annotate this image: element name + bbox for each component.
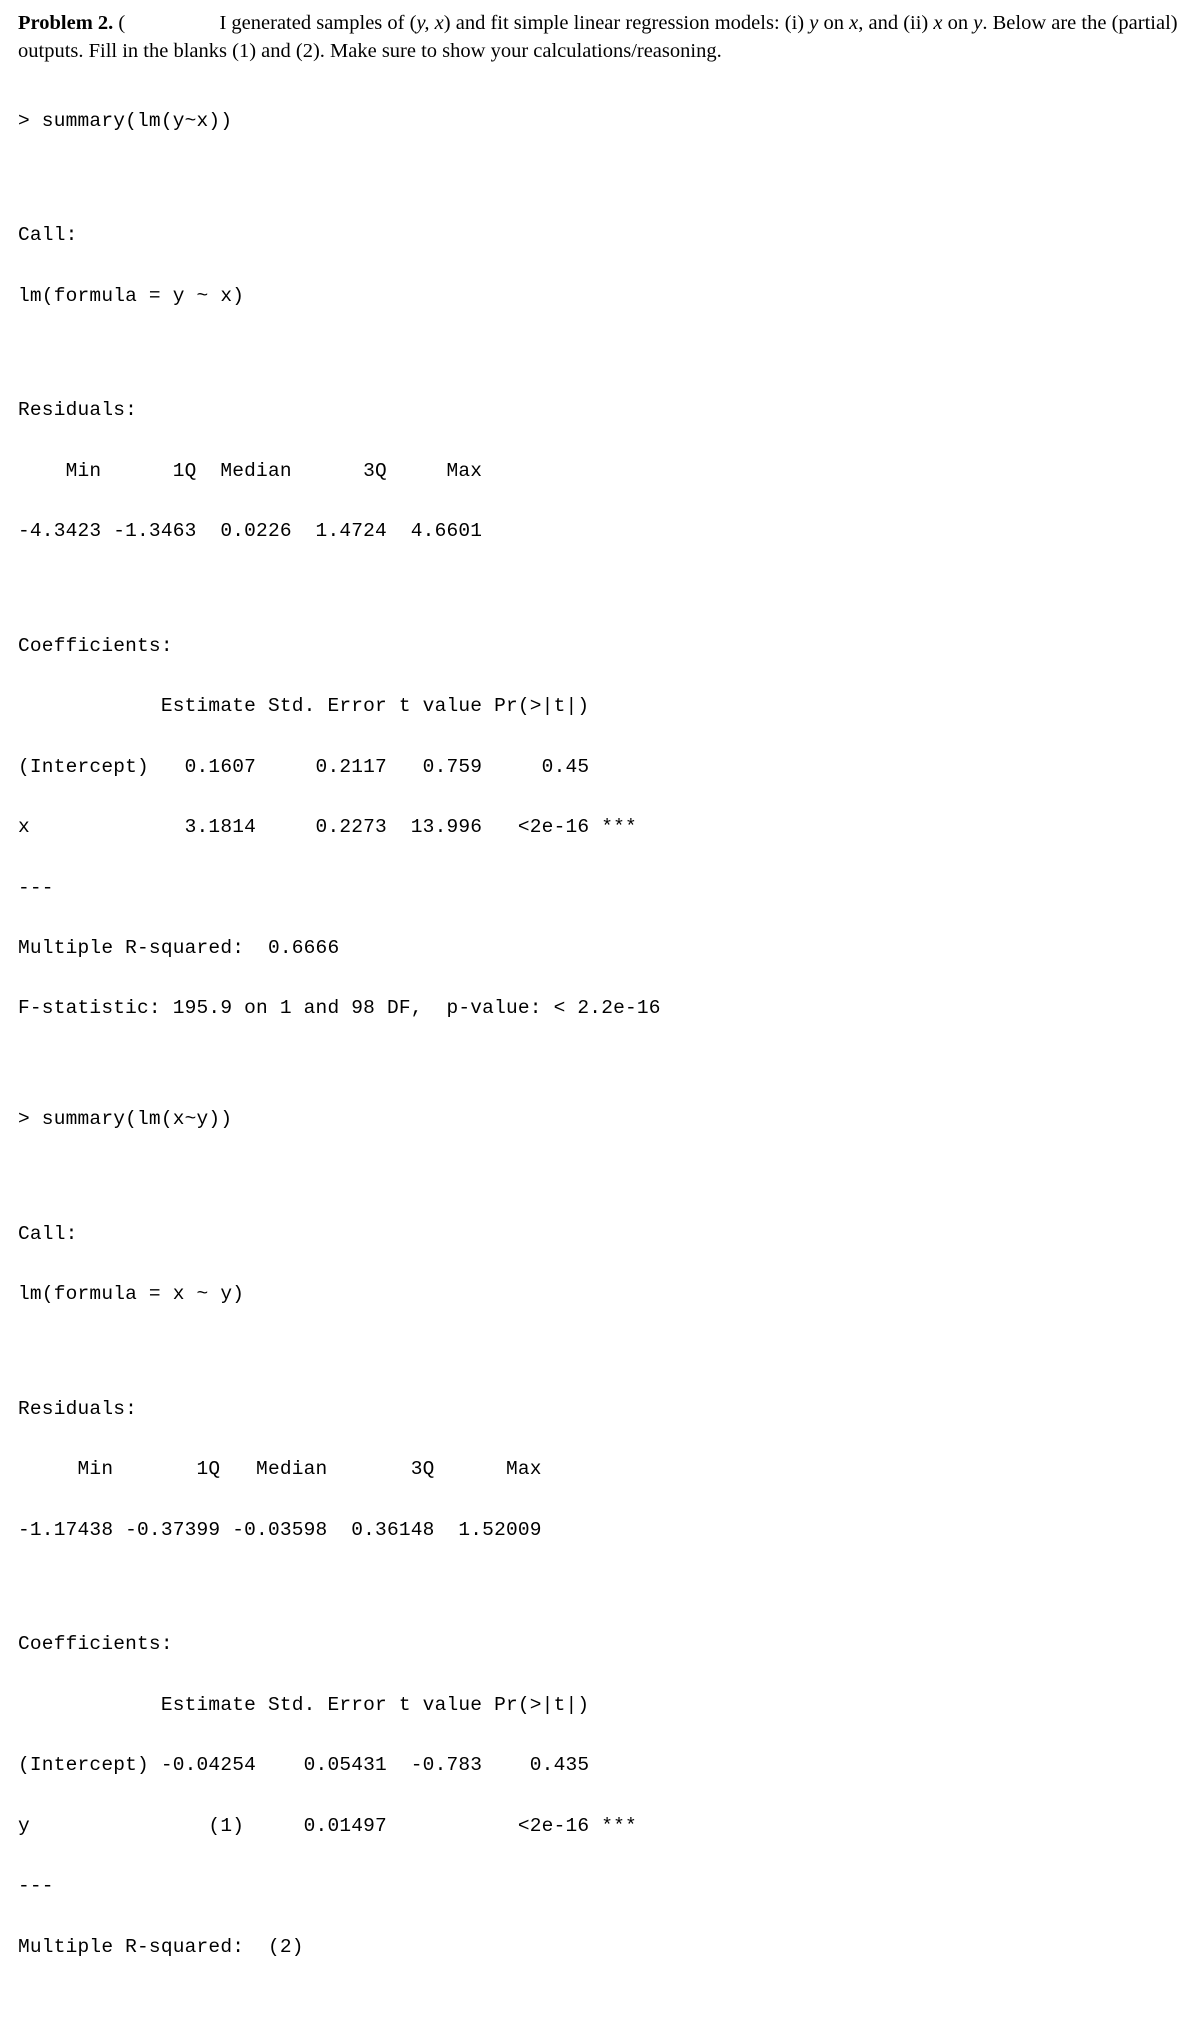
var-y-2: y	[973, 12, 982, 34]
r2-1: Multiple R-squared: 0.6666	[18, 933, 1182, 963]
dash-2: ---	[18, 1871, 1182, 1901]
problem-label: Problem 2.	[18, 12, 113, 34]
r2-2: Multiple R-squared: (2)	[18, 1932, 1182, 1962]
dash-1: ---	[18, 873, 1182, 903]
call-label-1: Call:	[18, 220, 1182, 250]
problem-header: Problem 2. ( I generated samples of (y, …	[18, 10, 1182, 65]
coef-row2-2: y (1) 0.01497 <2e-16 ***	[18, 1811, 1182, 1841]
model-2-output: > summary(lm(x~y)) Call: lm(formula = x …	[18, 1074, 1182, 1992]
fstat-1: F-statistic: 195.9 on 1 and 98 DF, p-val…	[18, 993, 1182, 1023]
model-1-output: > summary(lm(y~x)) Call: lm(formula = y …	[18, 75, 1182, 1054]
coef-head-1: Estimate Std. Error t value Pr(>|t|)	[18, 691, 1182, 721]
resid-head-1: Min 1Q Median 3Q Max	[18, 456, 1182, 486]
cmd-summary-1: > summary(lm(y~x))	[18, 106, 1182, 136]
coef-head-2: Estimate Std. Error t value Pr(>|t|)	[18, 1690, 1182, 1720]
coef-row2-1: x 3.1814 0.2273 13.996 <2e-16 ***	[18, 812, 1182, 842]
call-label-2: Call:	[18, 1219, 1182, 1249]
var-x-2: x	[933, 12, 942, 34]
call-line-1: lm(formula = y ~ x)	[18, 281, 1182, 311]
var-y-1: y	[809, 12, 818, 34]
lparen-gap: (	[113, 12, 125, 34]
intro-part-5: on	[943, 12, 974, 34]
var-yx: y, x	[416, 12, 443, 34]
intro-part-2: ) and fit simple linear regression model…	[444, 12, 810, 34]
resid-vals-1: -4.3423 -1.3463 0.0226 1.4724 4.6601	[18, 516, 1182, 546]
coef-label-2: Coefficients:	[18, 1629, 1182, 1659]
coef-row1-1: (Intercept) 0.1607 0.2117 0.759 0.45	[18, 752, 1182, 782]
coef-label-1: Coefficients:	[18, 631, 1182, 661]
resid-head-2: Min 1Q Median 3Q Max	[18, 1454, 1182, 1484]
resid-vals-2: -1.17438 -0.37399 -0.03598 0.36148 1.520…	[18, 1515, 1182, 1545]
var-x-1: x	[849, 12, 858, 34]
intro-part-3: on	[818, 12, 849, 34]
resid-label-2: Residuals:	[18, 1394, 1182, 1424]
resid-label-1: Residuals:	[18, 395, 1182, 425]
intro-part-1: I generated samples of (	[219, 12, 416, 34]
cmd-summary-2: > summary(lm(x~y))	[18, 1104, 1182, 1134]
call-line-2: lm(formula = x ~ y)	[18, 1279, 1182, 1309]
intro-part-4: , and (ii)	[858, 12, 933, 34]
coef-row1-2: (Intercept) -0.04254 0.05431 -0.783 0.43…	[18, 1750, 1182, 1780]
